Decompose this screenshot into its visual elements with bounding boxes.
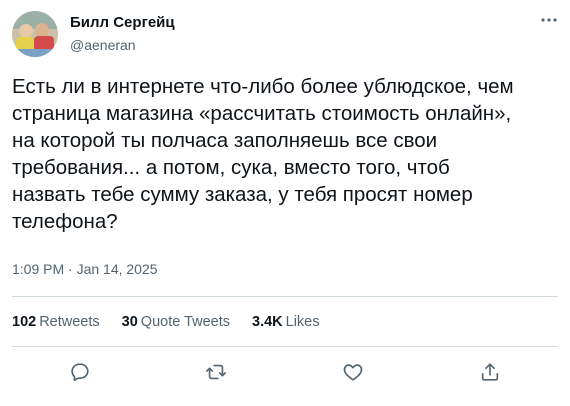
tweet-timestamp[interactable]: 1:09 PM · Jan 14, 2025: [12, 261, 158, 277]
likes-label: Likes: [285, 314, 320, 330]
retweets-stat[interactable]: 102 Retweets: [12, 314, 100, 330]
like-icon[interactable]: [339, 358, 367, 386]
divider: [12, 346, 558, 347]
avatar[interactable]: [12, 11, 58, 57]
quotes-count: 30: [121, 314, 138, 330]
likes-count: 3.4K: [252, 314, 283, 330]
tweet-text: Есть ли в интернете что-либо более ублюд…: [12, 73, 560, 235]
likes-stat[interactable]: 3.4K Likes: [252, 314, 320, 330]
author-handle[interactable]: @aeneran: [70, 37, 136, 53]
quote-tweets-stat[interactable]: 30 Quote Tweets: [122, 314, 230, 330]
quotes-label: Quote Tweets: [140, 314, 230, 330]
tweet-text-line: телефона?: [12, 210, 118, 233]
retweets-label: Retweets: [39, 314, 100, 330]
more-dots-icon[interactable]: [536, 9, 562, 31]
engagement-stats: 102 Retweets 30 Quote Tweets 3.4K Likes: [12, 314, 342, 330]
author-display-name[interactable]: Билл Сергейц: [70, 14, 175, 31]
tweet-text-line: Есть ли в интернете что-либо более ублюд…: [12, 75, 514, 98]
retweet-icon[interactable]: [202, 358, 230, 386]
tweet-text-line: на которой ты полчаса заполняешь все сво…: [12, 129, 438, 152]
tweet-text-line: страница магазина «рассчитать стоимость …: [12, 102, 512, 125]
tweet-text-line: требования... а потом, сука, вместо того…: [12, 156, 450, 179]
retweets-count: 102: [12, 314, 37, 330]
reply-icon[interactable]: [66, 358, 94, 386]
tweet-text-line: назвать тебе сумму заказа, у тебя просят…: [12, 183, 473, 206]
divider: [12, 296, 558, 297]
share-icon[interactable]: [476, 358, 504, 386]
tweet-actions: [0, 358, 570, 386]
